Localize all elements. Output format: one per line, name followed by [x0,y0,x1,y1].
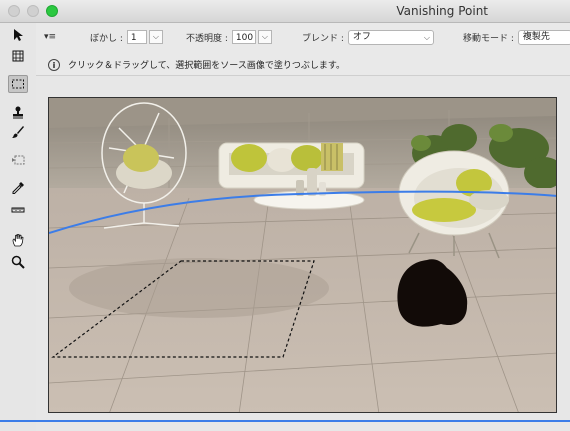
patio-image[interactable] [48,97,557,413]
hand-tool-icon[interactable] [8,231,28,249]
blend-chevron-icon: ⌵ [423,32,430,42]
patio-scene [49,98,556,412]
preview-canvas[interactable] [36,76,570,431]
info-bar: i クリック＆ドラッグして、選択範囲をソース画像で塗りつぶします。 [48,58,345,71]
marquee-tool-icon[interactable] [8,75,28,93]
move-mode-label: 移動モード : [463,33,514,44]
measure-tool-icon[interactable] [8,201,28,219]
blend-value: オフ [352,31,371,42]
options-menu-button[interactable]: ▾≡ [44,29,60,45]
create-plane-tool-icon[interactable] [8,47,28,65]
zoom-tool-icon[interactable] [8,253,28,271]
move-mode-select[interactable]: 複製先 [517,29,570,45]
move-mode-value: 複製先 [522,31,550,42]
edit-plane-tool-icon[interactable] [8,26,28,44]
opacity-input[interactable]: 100 [231,30,256,44]
brush-tool-icon[interactable] [8,123,28,141]
options-bar: ▾≡ ぼかし : 1 ⌵ 不透明度 : 100 ⌵ ブレンド : オフ ⌵ 移動… [0,23,570,76]
opacity-label: 不透明度 : [186,33,228,44]
eyedropper-tool-icon[interactable] [8,179,28,197]
blend-label: ブレンド : [302,33,344,44]
info-icon: i [48,58,60,71]
title-bar: Vanishing Point [0,0,570,23]
tool-palette [0,23,36,431]
options-menu-icon: ▾≡ [44,32,57,42]
info-text: クリック＆ドラッグして、選択範囲をソース画像で塗りつぶします。 [68,61,346,71]
opacity-dropdown-icon[interactable]: ⌵ [257,30,272,44]
blend-select[interactable]: オフ ⌵ [347,29,434,45]
transform-tool-icon[interactable] [8,151,28,169]
blur-dropdown-icon[interactable]: ⌵ [148,30,163,44]
blur-input[interactable]: 1 [126,30,147,44]
blur-label: ぼかし : [90,33,123,44]
stamp-tool-icon[interactable] [8,103,28,121]
window-title: Vanishing Point [396,4,488,18]
plane-grid-edge [0,420,570,422]
